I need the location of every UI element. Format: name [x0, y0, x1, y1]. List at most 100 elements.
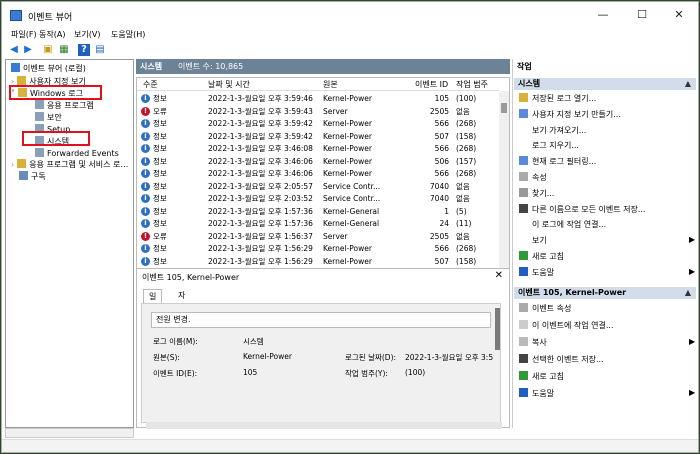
action-item[interactable]: 저장된 로그 열기...: [519, 93, 596, 104]
cell-datetime: 2022-1-3-월요일 오후 2:03:52: [208, 194, 313, 203]
forward-icon[interactable]: ▶: [22, 44, 34, 56]
submenu-arrow-icon: ▶: [689, 388, 696, 397]
menu-help[interactable]: 도움말(H): [111, 29, 145, 40]
detail-vertical-scrollbar[interactable]: [495, 308, 500, 350]
detail-horizontal-scrollbar[interactable]: [146, 422, 502, 429]
chevron-right-icon[interactable]: ›: [11, 160, 14, 169]
actions-section-event[interactable]: 이벤트 105, Kernel-Power ▲: [514, 287, 696, 299]
action-item[interactable]: 보기 가져오기...: [519, 124, 586, 136]
table-row[interactable]: i 정보 2022-1-3-월요일 오후 2:03:52 Service Contr.…: [137, 193, 499, 204]
table-row[interactable]: i 정보 2022-1-3-월요일 오후 3:46:06 Kernel-Power 50…: [137, 156, 499, 167]
collapse-icon[interactable]: ▲: [685, 287, 691, 299]
cell-level: 정보: [153, 219, 167, 228]
menu-file[interactable]: 파일(F): [11, 29, 37, 40]
source-label: 원본(S):: [153, 353, 180, 362]
close-button[interactable]: ✕: [664, 6, 694, 24]
action-item[interactable]: 선택한 이벤트 저장...: [519, 354, 604, 365]
tab-general[interactable]: 일반: [143, 289, 163, 315]
grid-vertical-scrollbar[interactable]: [499, 91, 509, 283]
action-item[interactable]: 로그 지우기...: [519, 140, 579, 151]
cell-level: 정보: [153, 156, 167, 166]
table-row[interactable]: i 정보 2022-1-3-월요일 오후 3:59:42 Kernel-Power 50…: [137, 131, 499, 142]
table-row[interactable]: i 정보 2022-1-3-월요일 오후 2:05:57 Service Contr.…: [137, 181, 499, 192]
tree-horizontal-scrollbar[interactable]: [5, 428, 134, 438]
detail-close-icon[interactable]: ✕: [495, 270, 503, 281]
cell-datetime: 2022-1-3-월요일 오후 1:56:29: [208, 244, 313, 253]
info-icon: i: [141, 94, 150, 103]
cell-level: 정보: [153, 256, 167, 266]
action-item[interactable]: 새로 고침: [519, 251, 564, 262]
tree-forwarded-events[interactable]: Forwarded Events: [35, 148, 119, 159]
log-name-value: 시스템: [243, 337, 264, 346]
folder-open-icon: [519, 93, 528, 102]
action-item[interactable]: 현재 로그 필터링...: [519, 156, 596, 167]
action-item[interactable]: 사용자 지정 보기 만들기...: [519, 108, 621, 120]
tree-apps-services[interactable]: › 응용 프로그램 및 서비스 로…: [11, 159, 128, 170]
action-item[interactable]: 보기 ▶: [519, 235, 695, 246]
log-icon: [35, 100, 44, 109]
cell-level: 정보: [153, 119, 167, 128]
action-item[interactable]: 복사 ▶: [519, 337, 695, 348]
back-icon[interactable]: ◀: [8, 44, 20, 56]
tree-root[interactable]: 이벤트 뷰어 (로컬): [11, 63, 86, 74]
cell-level: 정보: [153, 169, 167, 178]
cell-source: Kernel-General: [323, 219, 380, 228]
col-category[interactable]: 작업 범주: [456, 79, 488, 90]
col-level[interactable]: 수준: [143, 79, 158, 90]
help-icon: [519, 266, 528, 276]
filter-add-icon: [519, 108, 528, 118]
submenu-arrow-icon: ▶: [689, 235, 696, 245]
cell-datetime: 2022-1-3-월요일 오후 3:46:08: [208, 144, 313, 153]
action-item[interactable]: 도움말 ▶: [519, 266, 695, 278]
table-row[interactable]: i 정보 2022-1-3-월요일 오후 1:57:36 Kernel-General…: [137, 218, 499, 229]
cell-source: Service Contr...: [323, 181, 381, 191]
maximize-button[interactable]: ☐: [627, 6, 657, 24]
action-item[interactable]: 이 이벤트에 작업 연결...: [519, 320, 614, 331]
col-datetime[interactable]: 날짜 및 시간: [208, 79, 250, 90]
table-row[interactable]: i 정보 2022-1-3-월요일 오후 3:46:06 Kernel-Power 56…: [137, 168, 499, 179]
action-item[interactable]: 속성: [519, 172, 547, 183]
action-item[interactable]: 도움말 ▶: [519, 388, 695, 399]
minimize-button[interactable]: —: [588, 6, 618, 24]
col-source[interactable]: 원본: [323, 79, 338, 90]
collapse-icon[interactable]: ▲: [685, 78, 691, 90]
cell-datetime: 2022-1-3-월요일 오후 3:59:42: [208, 131, 313, 141]
table-row[interactable]: i 정보 2022-1-3-월요일 오후 3:59:42 Kernel-Power 56…: [137, 118, 499, 129]
show-action-pane-icon[interactable]: ▤: [94, 44, 106, 56]
cell-category: (11): [456, 219, 472, 228]
scrollbar-thumb[interactable]: [501, 103, 507, 113]
table-row[interactable]: i 정보 2022-1-3-월요일 오후 1:57:36 Kernel-General…: [137, 206, 499, 217]
cell-source: Kernel-General: [323, 206, 380, 216]
table-row[interactable]: i 정보 2022-1-3-월요일 오후 1:56:29 Kernel-Power 50…: [137, 256, 499, 267]
tab-details[interactable]: 자세히: [173, 289, 190, 328]
action-item[interactable]: 다른 이름으로 모든 이벤트 저장...: [519, 203, 645, 215]
table-row[interactable]: ! 오류 2022-1-3-월요일 오후 1:56:37 Server 2505 없음: [137, 231, 499, 242]
cell-event-id: 566: [434, 119, 449, 128]
action-item[interactable]: 이 로그에 작업 연결...: [519, 219, 606, 230]
tree-application-log[interactable]: 응용 프로그램: [35, 100, 94, 111]
event-id-value: 105: [243, 368, 258, 377]
help-icon[interactable]: ?: [78, 44, 90, 56]
table-row[interactable]: i 정보 2022-1-3-월요일 오후 3:46:08 Kernel-Power 56…: [137, 143, 499, 154]
menu-view[interactable]: 보기(V): [74, 29, 100, 40]
menu-action[interactable]: 동작(A): [39, 29, 65, 40]
actions-section-system[interactable]: 시스템 ▲: [514, 78, 696, 90]
table-row[interactable]: i 정보 2022-1-3-월요일 오후 3:59:46 Kernel-Power 10…: [137, 93, 499, 104]
action-item[interactable]: 찾기...: [519, 187, 554, 199]
action-item[interactable]: 이벤트 속성: [519, 303, 571, 314]
cell-category: (157): [456, 156, 477, 166]
title-bar: 이벤트 뷰어 — ☐ ✕: [2, 2, 698, 28]
navigation-tree: 이벤트 뷰어 (로컬) › 사용자 지정 보기 ˅ Windows 로그 응용 프로…: [5, 59, 134, 428]
table-row[interactable]: i 정보 2022-1-3-월요일 오후 1:56:29 Kernel-Power 56…: [137, 243, 499, 254]
import-icon: [519, 124, 528, 134]
view-icon: [519, 235, 528, 245]
description-box[interactable]: 전원 변경.: [151, 312, 491, 328]
col-event-id[interactable]: 이벤트 ID: [415, 79, 448, 90]
table-row[interactable]: ! 오류 2022-1-3-월요일 오후 3:59:43 Server 2505 없음: [137, 106, 499, 117]
show-hide-tree-icon[interactable]: ▦: [58, 44, 70, 56]
cell-source: Kernel-Power: [323, 144, 372, 153]
action-item[interactable]: 새로 고침: [519, 371, 564, 382]
tree-security-log[interactable]: 보안: [35, 112, 62, 123]
folder-up-icon[interactable]: ▣: [42, 44, 54, 56]
tree-subscriptions[interactable]: 구독: [19, 171, 46, 182]
